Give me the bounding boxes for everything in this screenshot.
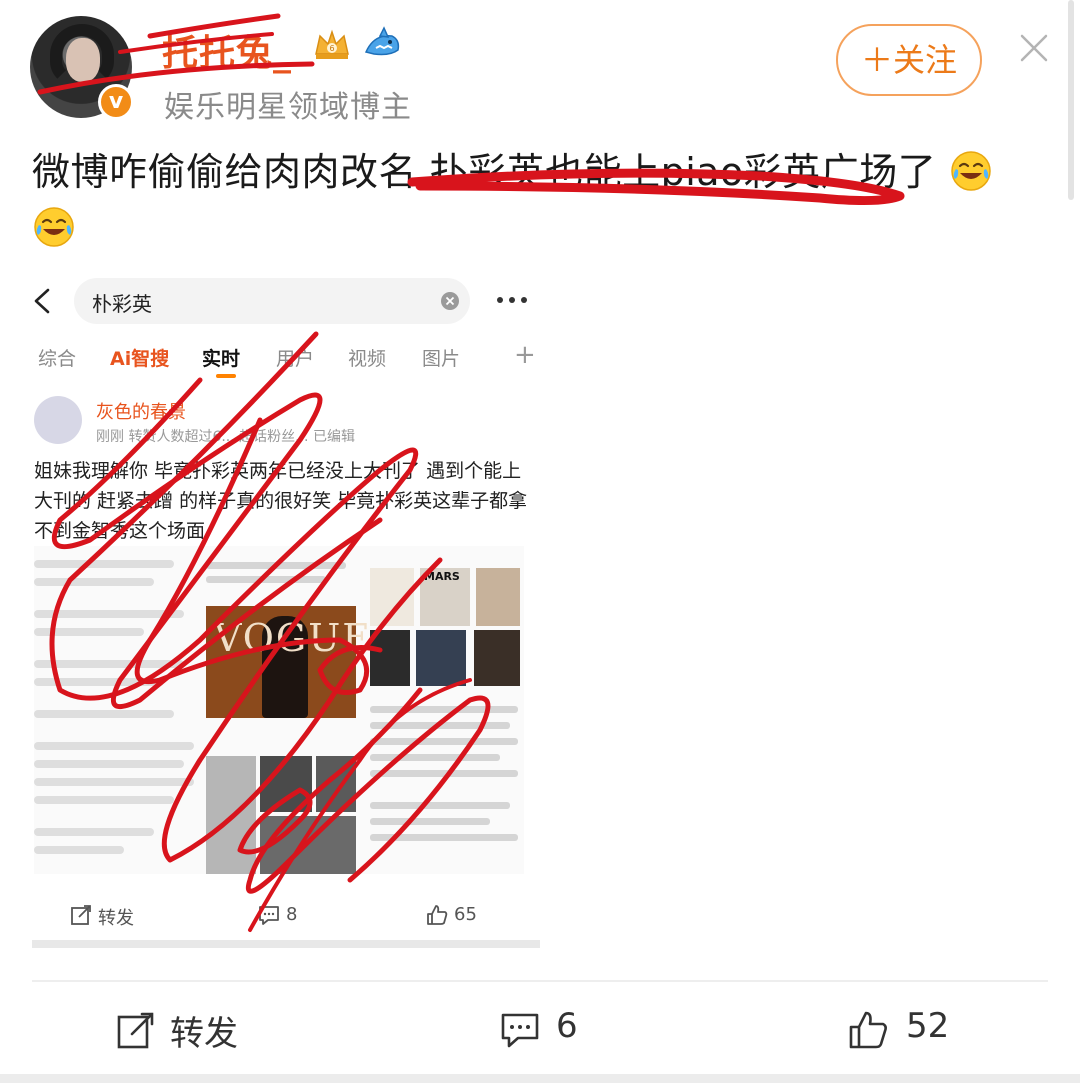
post-header: v 托托兔_ 6 娱乐明星领域博主 ＋关注 [0, 0, 1080, 200]
comment-placeholder [34, 610, 184, 618]
comment-placeholder [34, 660, 184, 668]
comment-placeholder [34, 560, 174, 568]
caption-placeholder [370, 834, 518, 841]
embedded-search-text: 朴彩英 [92, 292, 152, 316]
embedded-tab-1: 综合 [38, 348, 77, 370]
like-icon[interactable] [848, 1010, 888, 1050]
magazine-cover [370, 568, 414, 626]
caption-placeholder [370, 770, 518, 777]
caption-placeholder [370, 738, 518, 745]
embedded-tab-4: 用户 [276, 348, 315, 370]
like-count[interactable]: 52 [906, 1006, 949, 1046]
comment-placeholder [34, 846, 124, 854]
comment-placeholder [34, 578, 154, 586]
action-divider [32, 980, 1048, 982]
post-text-main: 微博咋偷偷给肉肉改名 扑彩英也能上piao彩英广场了 [32, 150, 937, 194]
embedded-screenshot-bottom-edge [32, 940, 540, 948]
more-icon [497, 297, 527, 303]
close-icon[interactable] [1016, 30, 1052, 66]
embedded-search-bar: 朴彩英 [74, 278, 470, 324]
caption-placeholder [206, 562, 346, 569]
embedded-tab-5: 视频 [348, 348, 387, 370]
embedded-like-icon [427, 905, 448, 925]
author-subtitle: 娱乐明星领域博主 [164, 90, 412, 125]
comment-placeholder [34, 710, 174, 718]
comment-placeholder [34, 796, 174, 804]
caption-placeholder [206, 576, 326, 583]
clear-search-icon [441, 292, 459, 310]
add-tab-icon: + [514, 340, 536, 370]
embedded-post-text: 姐妹我理解你 毕竟扑彩英两年已经没上大刊了 遇到个能上大刊的 赶紧去蹭 的样子真… [34, 460, 528, 542]
vogue-magazine-cover: VOGUE [206, 606, 370, 718]
scrollbar[interactable] [1068, 0, 1074, 200]
mars-magazine-cover: MARS [420, 568, 470, 626]
embedded-tabs: 综合 Ai智搜 实时 用户 视频 图片 + [38, 340, 538, 384]
laughing-crying-emoji-2 [34, 207, 74, 247]
embedded-repost-icon [71, 905, 91, 925]
back-arrow-icon [34, 288, 50, 314]
caption-placeholder [370, 722, 510, 729]
embedded-repost-label: 转发 [98, 908, 134, 929]
comment-placeholder [34, 742, 194, 750]
photo-thumbnail [316, 756, 356, 812]
comment-placeholder [34, 628, 144, 636]
laughing-crying-emoji [951, 151, 991, 191]
author-name[interactable]: 托托兔_ [162, 24, 292, 76]
active-tab-underline [216, 374, 236, 378]
caption-placeholder [370, 802, 510, 809]
caption-placeholder [370, 818, 490, 825]
crown-badge-icon[interactable]: 6 [312, 26, 352, 62]
shark-badge-icon[interactable] [362, 26, 402, 62]
repost-icon[interactable] [116, 1010, 156, 1050]
embedded-post-meta: 刚刚 转赞人数超过6... 超话粉丝... 已编辑 [96, 429, 355, 445]
embedded-tab-3: 实时 [202, 348, 241, 370]
embedded-comment-count: 8 [286, 904, 298, 925]
avatar-face [66, 38, 100, 82]
embedded-comment-icon [259, 906, 279, 925]
photo-thumbnail [206, 756, 256, 874]
repost-label[interactable]: 转发 [170, 1006, 238, 1055]
embedded-action-bar: 转发 8 65 [30, 896, 542, 940]
magazine-cover [476, 568, 520, 626]
embedded-author-name: 灰色的春景 [96, 402, 186, 423]
verified-badge-icon: v [98, 84, 134, 120]
comment-count[interactable]: 6 [556, 1006, 578, 1046]
embedded-image-collage: VOGUE MARS [34, 546, 524, 874]
vogue-title: VOGUE [214, 616, 373, 660]
embedded-tab-6: 图片 [422, 348, 461, 370]
photo-thumbnail [260, 816, 356, 874]
embedded-tab-2: Ai智搜 [110, 348, 170, 370]
caption-placeholder [370, 754, 500, 761]
comment-icon[interactable] [500, 1010, 540, 1050]
comment-placeholder [34, 678, 164, 686]
photo-thumbnail [370, 630, 410, 686]
svg-text:6: 6 [329, 44, 334, 53]
photo-thumbnail [260, 756, 312, 812]
photo-thumbnail [416, 630, 466, 686]
caption-placeholder [370, 706, 518, 713]
embedded-author-avatar [34, 396, 82, 444]
follow-button[interactable]: ＋关注 [836, 24, 982, 96]
mars-title: MARS [424, 570, 460, 583]
comment-placeholder [34, 760, 184, 768]
embedded-screenshot[interactable]: 朴彩英 综合 Ai智搜 实时 用户 视频 图片 + 灰色的春景 刚刚 转赞人数超… [30, 276, 542, 948]
embedded-like-count: 65 [454, 904, 477, 925]
post-text: 微博咋偷偷给肉肉改名 扑彩英也能上piao彩英广场了 [32, 144, 1032, 256]
photo-thumbnail [474, 630, 520, 686]
embedded-post: 灰色的春景 刚刚 转赞人数超过6... 超话粉丝... 已编辑 姐妹我理解你 毕… [30, 390, 542, 890]
comment-placeholder [34, 828, 154, 836]
comment-placeholder [34, 778, 194, 786]
post-action-bar: 转发 6 52 [0, 992, 1080, 1068]
bottom-separator [0, 1074, 1080, 1083]
